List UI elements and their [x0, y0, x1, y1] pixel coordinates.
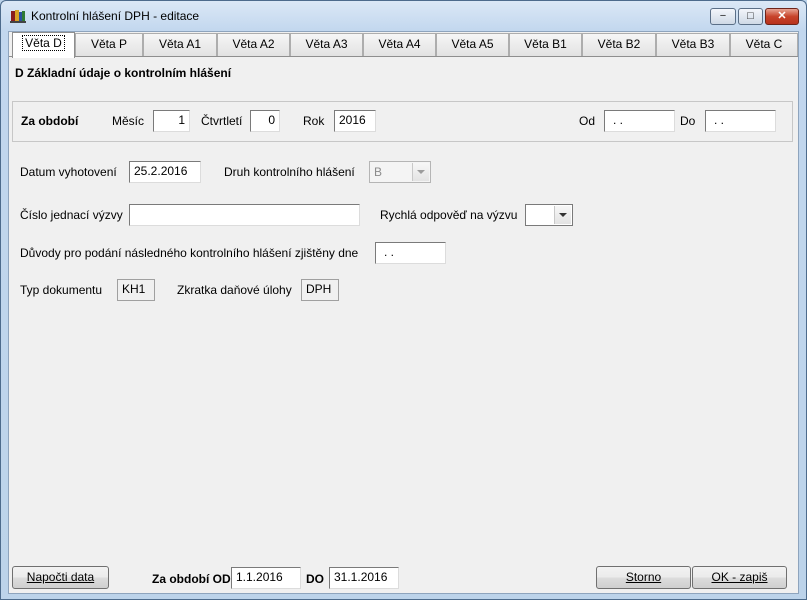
close-icon: ✕ — [777, 10, 787, 22]
tab-veta-b1[interactable]: Věta B1 — [509, 33, 582, 56]
task-abbr-field: DPH — [301, 279, 339, 301]
quick-reply-select[interactable] — [525, 204, 573, 226]
to-label: Do — [680, 114, 696, 128]
bottom-period-from-label: Za období OD — [152, 572, 231, 586]
from-date-field[interactable]: . . — [604, 110, 675, 132]
to-date-field[interactable]: . . — [705, 110, 776, 132]
close-button[interactable]: ✕ — [765, 8, 799, 25]
ok-save-button[interactable]: OK - zapiš — [692, 566, 787, 589]
section-title: D Základní údaje o kontrolním hlášení — [15, 66, 232, 80]
doctype-field: KH1 — [117, 279, 155, 301]
client-area: Věta D Věta P Věta A1 Věta A2 Věta A3 Vě… — [8, 31, 799, 594]
title-bar[interactable]: Kontrolní hlášení DPH - editace − □ ✕ — [1, 1, 806, 31]
tab-strip: Věta D Věta P Věta A1 Věta A2 Věta A3 Vě… — [9, 32, 800, 58]
maximize-button[interactable]: □ — [738, 8, 763, 25]
tab-veta-b3[interactable]: Věta B3 — [656, 33, 730, 56]
task-abbr-label: Zkratka daňové úlohy — [177, 283, 292, 297]
compute-data-button[interactable]: Napočti data — [12, 566, 109, 589]
period-group: Za období Měsíc 1 Čtvrtletí 0 Rok 2016 O… — [12, 101, 793, 142]
tab-veta-a5[interactable]: Věta A5 — [436, 33, 509, 56]
reasons-label: Důvody pro podání následného kontrolního… — [20, 246, 359, 260]
year-field[interactable]: 2016 — [334, 110, 376, 132]
tab-veta-b2[interactable]: Věta B2 — [582, 33, 656, 56]
minimize-button[interactable]: − — [710, 8, 736, 25]
year-label: Rok — [303, 114, 325, 128]
month-field[interactable]: 1 — [153, 110, 190, 132]
period-label: Za období — [21, 114, 79, 128]
cancel-button[interactable]: Storno — [596, 566, 691, 589]
from-label: Od — [579, 114, 596, 128]
month-label: Měsíc — [112, 114, 145, 128]
app-window: Kontrolní hlášení DPH - editace − □ ✕ Vě… — [0, 0, 807, 600]
reasons-date-field[interactable]: . . — [375, 242, 446, 264]
chevron-down-icon — [554, 206, 571, 224]
reference-label: Číslo jednací výzvy — [20, 208, 123, 222]
report-type-select[interactable]: B — [369, 161, 431, 183]
maximize-icon: □ — [747, 10, 754, 22]
minimize-icon: − — [719, 10, 727, 22]
tab-veta-d[interactable]: Věta D — [12, 32, 75, 58]
app-icon — [10, 10, 26, 23]
tab-veta-a4[interactable]: Věta A4 — [363, 33, 436, 56]
quarter-field[interactable]: 0 — [250, 110, 280, 132]
reference-field[interactable] — [129, 204, 360, 226]
report-type-value: B — [374, 165, 383, 179]
bottom-period-from-field[interactable]: 1.1.2016 — [231, 567, 301, 589]
tab-veta-p[interactable]: Věta P — [75, 33, 143, 56]
tab-veta-a2[interactable]: Věta A2 — [217, 33, 290, 56]
bottom-bar: Napočti data Za období OD 1.1.2016 DO 31… — [9, 559, 798, 593]
tab-panel-veta-d: D Základní údaje o kontrolním hlášení Za… — [9, 56, 798, 559]
chevron-down-icon — [412, 163, 429, 181]
bottom-period-to-label: DO — [306, 572, 324, 586]
quarter-label: Čtvrtletí — [201, 114, 243, 128]
tab-veta-a1[interactable]: Věta A1 — [143, 33, 217, 56]
date-field[interactable]: 25.2.2016 — [129, 161, 201, 183]
window-title: Kontrolní hlášení DPH - editace — [31, 9, 200, 23]
bottom-period-to-field[interactable]: 31.1.2016 — [329, 567, 399, 589]
tab-veta-a3[interactable]: Věta A3 — [290, 33, 363, 56]
doctype-label: Typ dokumentu — [20, 283, 103, 297]
tab-veta-c[interactable]: Věta C — [730, 33, 798, 56]
quick-reply-label: Rychlá odpověď na výzvu — [380, 208, 518, 222]
date-label: Datum vyhotovení — [20, 165, 117, 179]
report-type-label: Druh kontrolního hlášení — [224, 165, 355, 179]
